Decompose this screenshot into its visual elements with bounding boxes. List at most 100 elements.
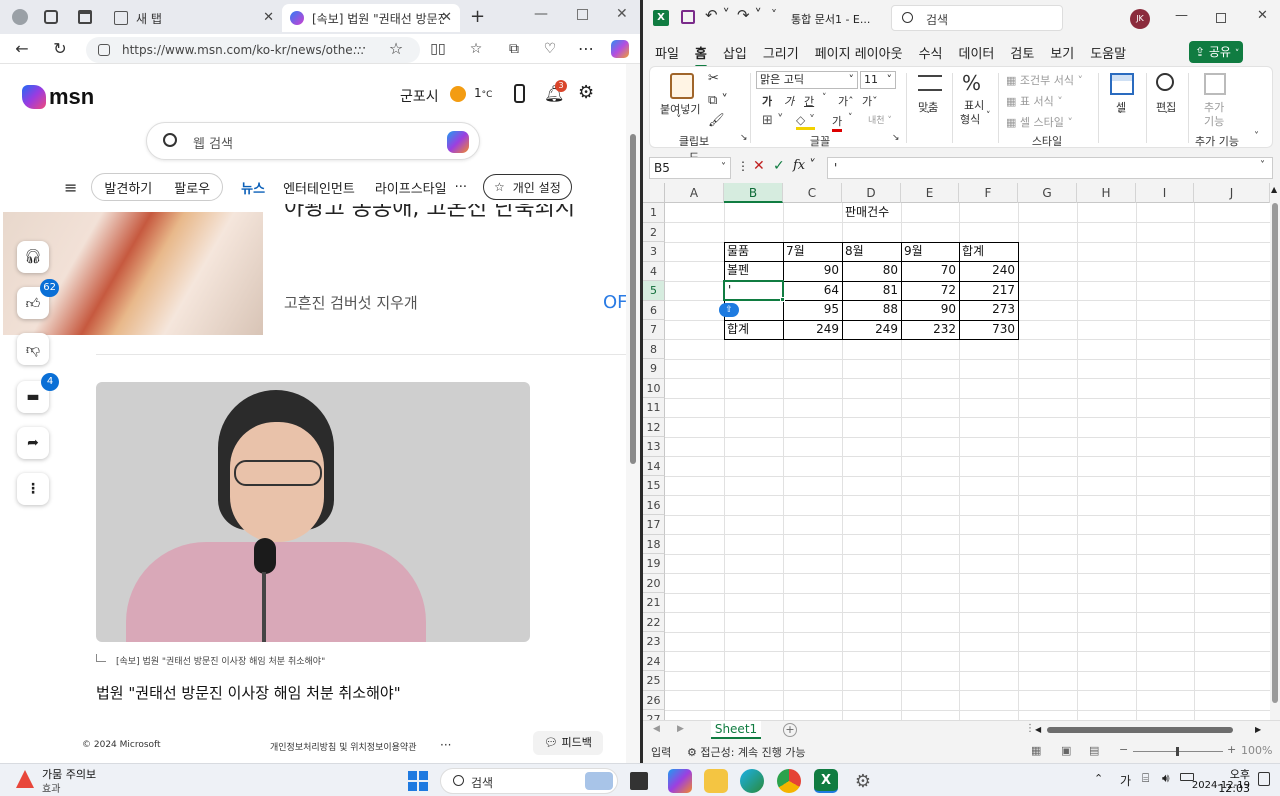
row-header-5[interactable]: 5	[643, 281, 665, 301]
row-header-12[interactable]: 12	[643, 417, 665, 437]
sheet-tab-sheet1[interactable]: Sheet1	[711, 721, 761, 739]
cells-icon[interactable]	[1110, 73, 1134, 95]
workspaces-icon[interactable]	[44, 10, 58, 24]
ime-indicator[interactable]: 가	[1120, 772, 1131, 789]
headline-partial[interactable]: 아꽝고 농농애, 고온신 난욱쇠시	[284, 204, 575, 222]
row-header-21[interactable]: 21	[643, 593, 665, 613]
font-color-button[interactable]: 가	[832, 113, 843, 132]
more-button[interactable]: ⋮	[17, 473, 49, 505]
cells-dropdown-icon[interactable]: ˅	[1118, 111, 1123, 121]
site-info-icon[interactable]	[98, 44, 110, 56]
article-title[interactable]: 법원 "권태선 방문진 이사장 해임 처분 취소해야"	[96, 682, 401, 703]
font-color-dropdown-icon[interactable]: ˅	[848, 113, 853, 123]
related-tag[interactable]: OF	[603, 292, 626, 313]
hscroll-right-icon[interactable]: ▶	[1255, 725, 1261, 734]
nav-lifestyle[interactable]: 라이프스타일	[375, 178, 447, 197]
like-button[interactable]: 👍︎ 62	[17, 279, 59, 319]
new-tab-button[interactable]: +	[470, 6, 485, 27]
search-input[interactable]: 웹 검색	[193, 133, 233, 152]
mobile-app-icon[interactable]	[514, 84, 525, 103]
cell-D1-title[interactable]: 판매건수	[842, 203, 901, 223]
edge-icon[interactable]	[740, 769, 764, 793]
bold-button[interactable]: 가	[762, 93, 772, 109]
row-header-4[interactable]: 4	[643, 261, 665, 281]
redo-icon[interactable]: ↷ ˅	[737, 6, 762, 24]
normal-view-icon[interactable]: ▦	[1031, 744, 1041, 757]
taskbar-search[interactable]: 검색	[440, 768, 618, 794]
nav-more[interactable]: ···	[455, 180, 467, 195]
clock-date[interactable]: 2024-12-19	[1188, 780, 1250, 791]
tab-home[interactable]: 홈	[694, 43, 707, 68]
align-dropdown-icon[interactable]: ˅	[926, 111, 931, 121]
minimize-icon[interactable]: —	[1175, 8, 1188, 23]
tab-new-tab[interactable]: 새 탭 ✕	[106, 4, 282, 32]
row-header-2[interactable]: 2	[643, 222, 665, 242]
select-all-corner[interactable]	[643, 183, 665, 203]
cell-D6[interactable]: 88	[842, 300, 901, 320]
task-view-icon[interactable]	[630, 772, 648, 790]
add-sheet-icon[interactable]: +	[783, 723, 797, 737]
row-header-3[interactable]: 3	[643, 242, 665, 262]
web-search-box[interactable]: 웹 검색	[146, 122, 480, 160]
row-header-27[interactable]: 27	[643, 710, 665, 720]
number-format-label-2[interactable]: 형식	[960, 111, 980, 127]
listen-button[interactable]: 🎧︎	[17, 241, 49, 273]
insert-function-icon[interactable]: fx ˅	[793, 158, 816, 173]
tab-insert[interactable]: 삽입	[723, 43, 747, 62]
cancel-icon[interactable]: ✕	[753, 158, 765, 174]
grow-font-button[interactable]: 가ˆ	[838, 93, 854, 109]
tab-formulas[interactable]: 수식	[919, 43, 943, 62]
col-header-A[interactable]: A	[665, 183, 724, 203]
row-header-1[interactable]: 1	[643, 203, 665, 223]
font-size-combo[interactable]: 11 ˅	[860, 71, 896, 89]
share-button[interactable]: ➦	[17, 427, 49, 459]
volume-icon[interactable]: 🔊︎	[1162, 771, 1170, 786]
comment-button[interactable]: ▬ 4	[17, 373, 59, 413]
grid-vertical-scrollbar[interactable]: ▲	[1270, 183, 1280, 720]
col-header-H[interactable]: H	[1077, 183, 1136, 203]
tab-review[interactable]: 검토	[1010, 43, 1034, 62]
read-aloud-icon[interactable]: ⋯	[350, 39, 370, 59]
underline-button[interactable]: 간	[804, 93, 814, 109]
weather-alert-icon[interactable]	[16, 770, 34, 788]
col-header-F[interactable]: F	[959, 183, 1018, 203]
format-painter-icon[interactable]: 🖌︎	[708, 113, 725, 128]
row-header-8[interactable]: 8	[643, 339, 665, 359]
cell-E5[interactable]: 72	[901, 281, 959, 301]
customize-qat-icon[interactable]: ˅	[771, 8, 777, 22]
cell-B4[interactable]: 볼펜	[724, 261, 783, 281]
tab-file[interactable]: 파일	[655, 43, 679, 62]
borders-icon[interactable]: ⊞ ˅	[762, 113, 784, 128]
row-header-11[interactable]: 11	[643, 398, 665, 418]
cell-D3[interactable]: 8월	[842, 242, 901, 262]
horizontal-scrollbar-thumb[interactable]	[1047, 727, 1233, 733]
row-header-6[interactable]: 6	[643, 300, 665, 320]
network-icon[interactable]: ⌸	[1142, 771, 1149, 786]
tab-help[interactable]: 도움말	[1090, 43, 1126, 62]
tab-draw[interactable]: 그리기	[763, 43, 799, 62]
row-header-7[interactable]: 7	[643, 320, 665, 340]
prev-sheet-icon[interactable]: ◀	[653, 724, 660, 734]
paste-icon[interactable]	[670, 73, 694, 99]
cell-E6[interactable]: 90	[901, 300, 959, 320]
row-header-10[interactable]: 10	[643, 378, 665, 398]
cell-B7[interactable]: 합계	[724, 320, 783, 340]
row-header-18[interactable]: 18	[643, 534, 665, 554]
cell-B3[interactable]: 물품	[724, 242, 783, 262]
more-options-icon[interactable]: ⋯	[576, 39, 596, 59]
feedback-button[interactable]: 💬︎ 피드백	[533, 731, 603, 755]
formula-input[interactable]: '	[827, 157, 1273, 179]
zoom-slider-thumb[interactable]	[1176, 747, 1179, 756]
favorite-star-icon[interactable]: ☆	[386, 39, 406, 59]
page-break-view-icon[interactable]: ▤	[1089, 744, 1099, 757]
temperature[interactable]: 1°C	[474, 86, 492, 100]
col-header-I[interactable]: I	[1136, 183, 1194, 203]
accessibility-status[interactable]: ⚙︎ 접근성: 계속 진행 가능	[687, 744, 806, 760]
zoom-level[interactable]: 100%	[1241, 744, 1272, 757]
close-tab-icon[interactable]: ✕	[263, 10, 274, 25]
split-screen-icon[interactable]: ▯▯	[428, 39, 448, 59]
cell-F5[interactable]: 217	[959, 281, 1018, 301]
maximize-icon[interactable]	[1216, 13, 1226, 23]
row-header-19[interactable]: 19	[643, 554, 665, 574]
editing-search-icon[interactable]	[1156, 73, 1174, 91]
